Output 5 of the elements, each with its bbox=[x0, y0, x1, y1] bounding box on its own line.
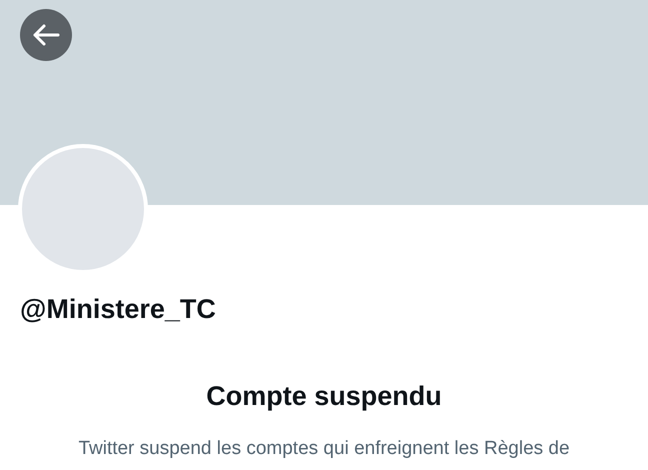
profile-handle: @Ministere_TC bbox=[20, 294, 216, 325]
back-arrow-icon bbox=[31, 23, 61, 47]
back-button[interactable] bbox=[20, 9, 72, 61]
notice-text: Twitter suspend les comptes qui enfreignent les Règles de bbox=[78, 438, 570, 460]
notice-title: Compte suspendu bbox=[206, 381, 442, 412]
